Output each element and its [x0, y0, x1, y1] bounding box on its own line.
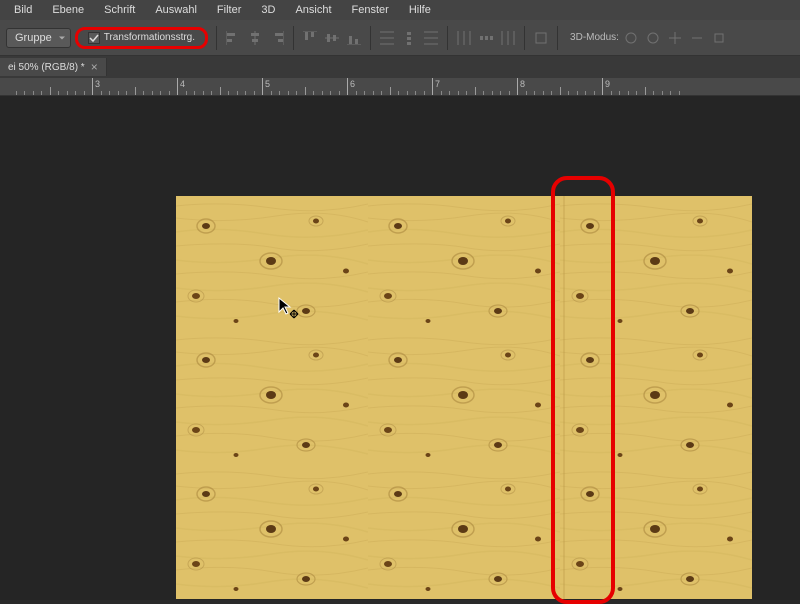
horizontal-ruler: 3 4 5 6 7 8 9 [0, 78, 800, 96]
divider [216, 26, 217, 50]
ruler-label: 7 [435, 79, 440, 89]
document-tab[interactable]: ei 50% (RGB/8) * × [0, 58, 107, 76]
divider [557, 26, 558, 50]
close-tab-icon[interactable]: × [91, 61, 98, 73]
3d-slide-icon[interactable] [689, 30, 705, 46]
ruler-label: 4 [180, 79, 185, 89]
divider [370, 26, 371, 50]
document-tab-bar: ei 50% (RGB/8) * × [0, 56, 800, 78]
align-bottom-edges-icon[interactable] [346, 30, 362, 46]
menu-bild[interactable]: Bild [4, 4, 42, 16]
canvas-viewport[interactable] [0, 96, 800, 600]
3d-rotate-icon[interactable] [623, 30, 639, 46]
ruler-label: 6 [350, 79, 355, 89]
menu-ansicht[interactable]: Ansicht [285, 4, 341, 16]
distribute-top-icon[interactable] [379, 30, 395, 46]
distribute-vertical-icon[interactable] [401, 30, 417, 46]
3d-roll-icon[interactable] [645, 30, 661, 46]
check-icon [89, 33, 99, 43]
divider [293, 26, 294, 50]
align-top-edges-icon[interactable] [302, 30, 318, 46]
ruler-label: 9 [605, 79, 610, 89]
ruler-label: 3 [95, 79, 100, 89]
distribute-left-icon[interactable] [456, 30, 472, 46]
ruler-label: 5 [265, 79, 270, 89]
align-horizontal-centers-icon[interactable] [247, 30, 263, 46]
auto-align-icon[interactable] [533, 30, 549, 46]
3d-pan-icon[interactable] [667, 30, 683, 46]
options-bar: Gruppe Transformationsstrg. 3D-Modus: [0, 20, 800, 56]
distribute-right-icon[interactable] [500, 30, 516, 46]
menu-fenster[interactable]: Fenster [342, 4, 399, 16]
align-vertical-centers-icon[interactable] [324, 30, 340, 46]
mode-3d-label: 3D-Modus: [566, 32, 619, 43]
distribute-bottom-icon[interactable] [423, 30, 439, 46]
transform-controls-checkbox[interactable] [88, 32, 100, 44]
menu-auswahl[interactable]: Auswahl [145, 4, 207, 16]
menu-3d[interactable]: 3D [251, 4, 285, 16]
wood-texture-image [176, 196, 752, 599]
align-left-edges-icon[interactable] [225, 30, 241, 46]
ruler-label: 8 [520, 79, 525, 89]
divider [447, 26, 448, 50]
group-dropdown[interactable]: Gruppe [6, 28, 71, 48]
transform-controls-highlight: Transformationsstrg. [75, 27, 208, 49]
transform-controls-label: Transformationsstrg. [104, 32, 195, 43]
menu-schrift[interactable]: Schrift [94, 4, 145, 16]
3d-scale-icon[interactable] [711, 30, 727, 46]
menu-ebene[interactable]: Ebene [42, 4, 94, 16]
canvas[interactable] [176, 196, 752, 599]
document-tab-title: ei 50% (RGB/8) * [8, 62, 85, 73]
menubar: Bild Ebene Schrift Auswahl Filter 3D Ans… [0, 0, 800, 20]
menu-filter[interactable]: Filter [207, 4, 251, 16]
divider [524, 26, 525, 50]
align-right-edges-icon[interactable] [269, 30, 285, 46]
distribute-horizontal-icon[interactable] [478, 30, 494, 46]
menu-hilfe[interactable]: Hilfe [399, 4, 441, 16]
